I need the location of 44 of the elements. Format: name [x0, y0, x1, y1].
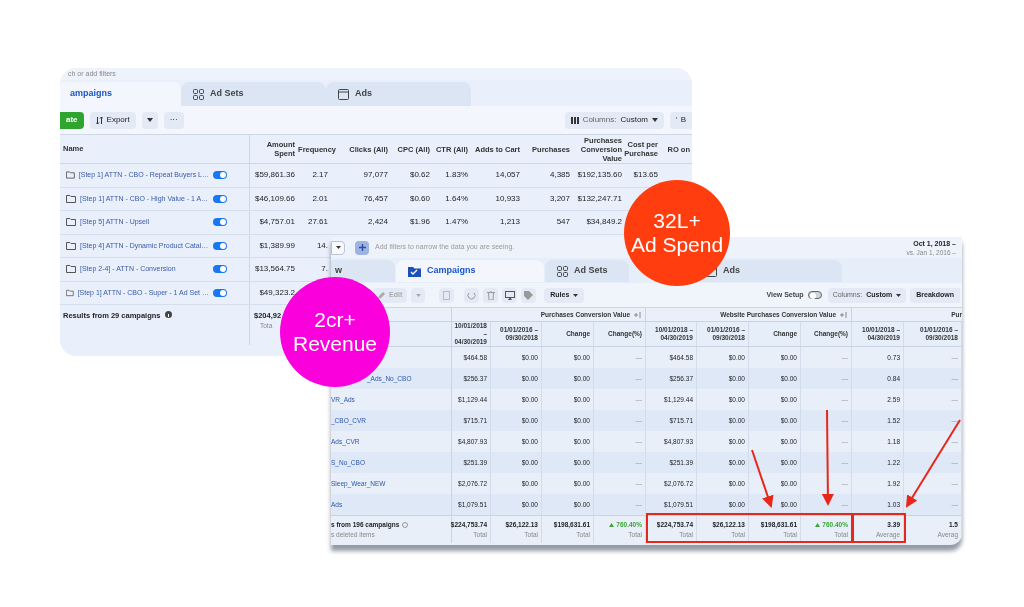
tab[interactable]: Ad Sets — [545, 260, 629, 282]
table-cell: 3,207 — [549, 193, 570, 203]
table-cell: 1.83% — [445, 170, 468, 180]
table-cell: $13,564.75 — [254, 264, 295, 274]
table-cell: $192,135.60 — [577, 170, 622, 180]
table-cell: 10,933 — [495, 193, 520, 203]
table-cell: $1,389.99 — [259, 240, 295, 250]
table-cell: 14,057 — [495, 170, 520, 180]
table-cell: $0.62 — [409, 170, 430, 180]
columns-button[interactable]: Columns: Custom — [564, 111, 664, 129]
table-cell: $0.60 — [409, 193, 430, 203]
tab[interactable]: ampaigns — [60, 82, 181, 106]
tab[interactable]: w — [331, 260, 395, 282]
breakdown-button[interactable]: B — [670, 111, 692, 129]
export-button[interactable]: Export — [89, 111, 136, 129]
table-cell: 97,077 — [363, 170, 388, 180]
table-cell: $34,849.2 — [586, 217, 622, 227]
table-cell: 547 — [556, 217, 570, 227]
badge-text: Ad Spend — [630, 233, 724, 257]
table-cell: $49,323.2 — [259, 287, 295, 297]
badge-text: 2cr+ — [314, 308, 356, 332]
table-cell: 76,457 — [363, 193, 388, 203]
table-cell: $13.65 — [633, 170, 658, 180]
badge-text: Revenue — [292, 332, 378, 356]
table-cell: 4,385 — [549, 170, 570, 180]
table-cell: $59,861.36 — [254, 170, 295, 180]
table-cell: 2.01 — [312, 193, 328, 203]
table-cell: $46,109.66 — [254, 193, 295, 203]
tab[interactable]: Campaigns — [396, 260, 544, 282]
table-cell: 1.47% — [445, 217, 468, 227]
table-cell: $4,757.01 — [259, 217, 295, 227]
table-cell: $132,247.71 — [577, 193, 622, 203]
table-cell: 2.17 — [312, 170, 328, 180]
tab[interactable]: Ad Sets — [181, 82, 326, 106]
table-cell: 27.61 — [307, 217, 328, 227]
more-button[interactable]: ··· — [163, 111, 184, 129]
table-cell: 14. — [316, 240, 328, 250]
table-cell: 1.64% — [445, 193, 468, 203]
table-cell: 7. — [321, 264, 328, 274]
tab[interactable]: Ads — [326, 82, 471, 106]
table-cell: $1.96 — [409, 217, 430, 227]
table-cell: 1,213 — [499, 217, 520, 227]
badge-text: 32L+ — [653, 209, 701, 233]
table-cell: 2,424 — [367, 217, 388, 227]
